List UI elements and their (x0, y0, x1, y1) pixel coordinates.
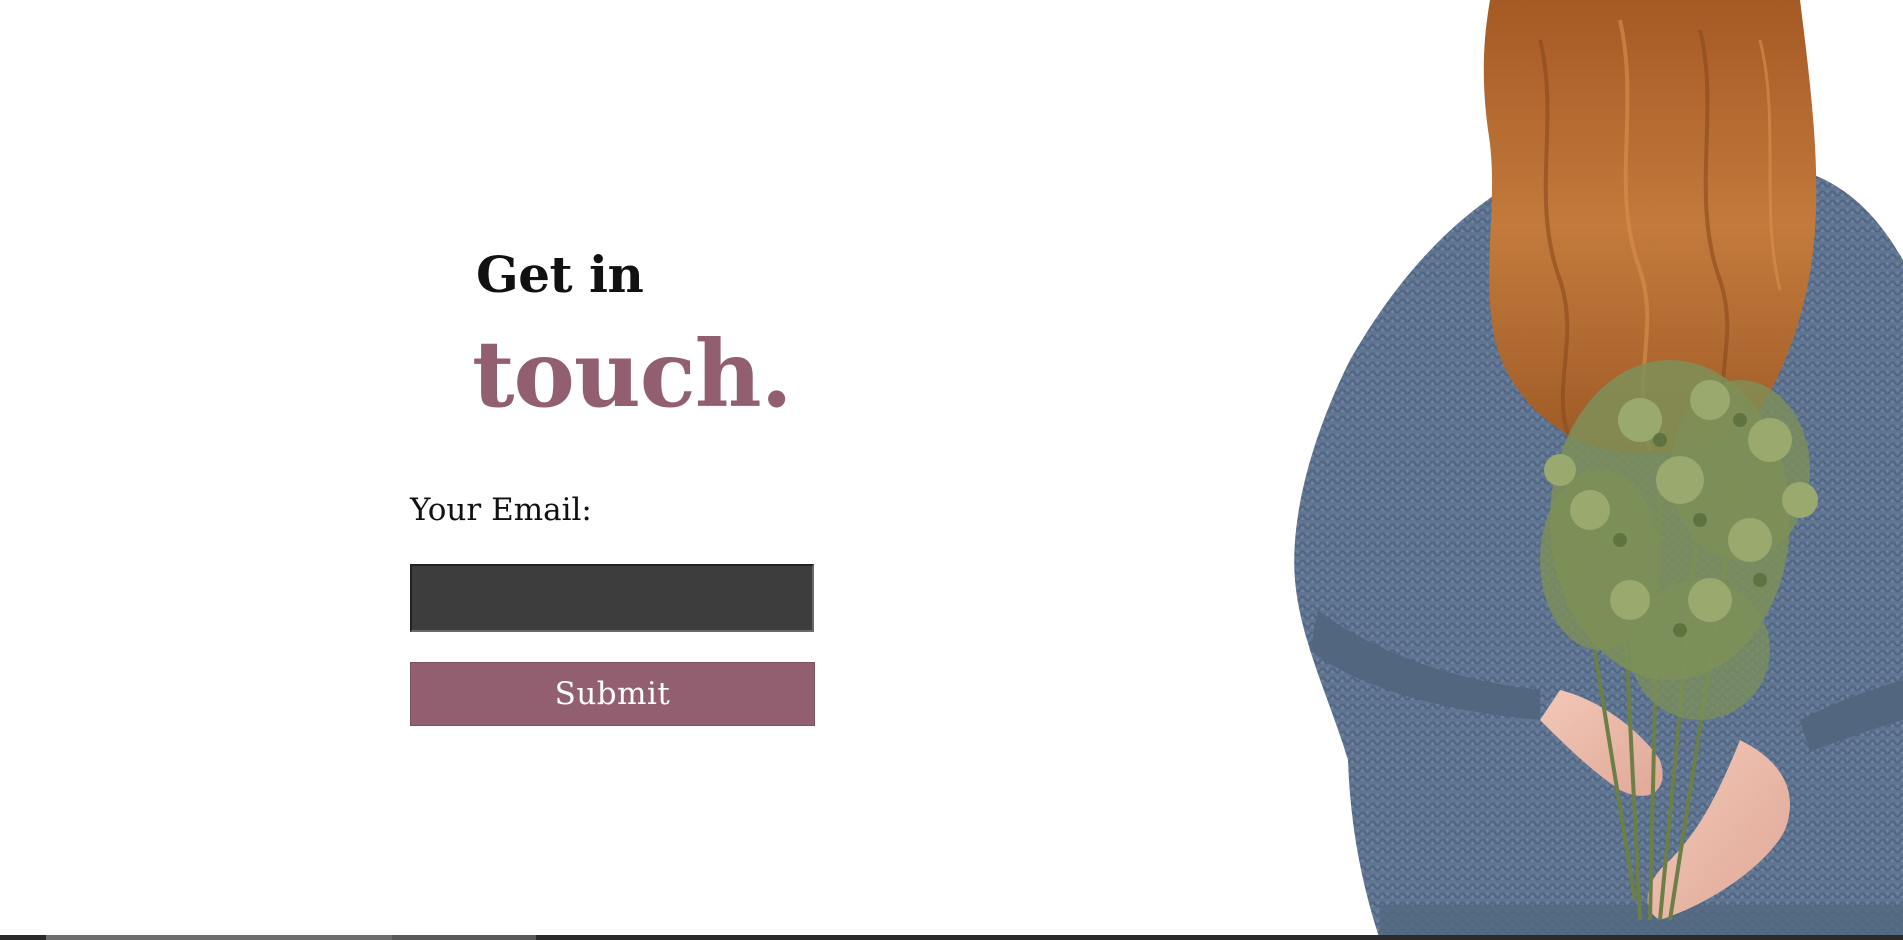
heading-line-2: touch. (472, 320, 793, 428)
email-input[interactable] (410, 564, 814, 632)
horizontal-scrollbar[interactable] (0, 935, 1903, 940)
scrollbar-thumb[interactable] (46, 935, 392, 940)
submit-button[interactable]: Submit (410, 662, 815, 726)
contact-page: Get in touch. Your Email: Submit (0, 0, 1903, 940)
heading-line-1: Get in (476, 245, 644, 304)
scrollbar-track-segment (392, 935, 536, 940)
email-label: Your Email: (410, 492, 592, 528)
woman-with-bouquet-image (1240, 0, 1903, 940)
